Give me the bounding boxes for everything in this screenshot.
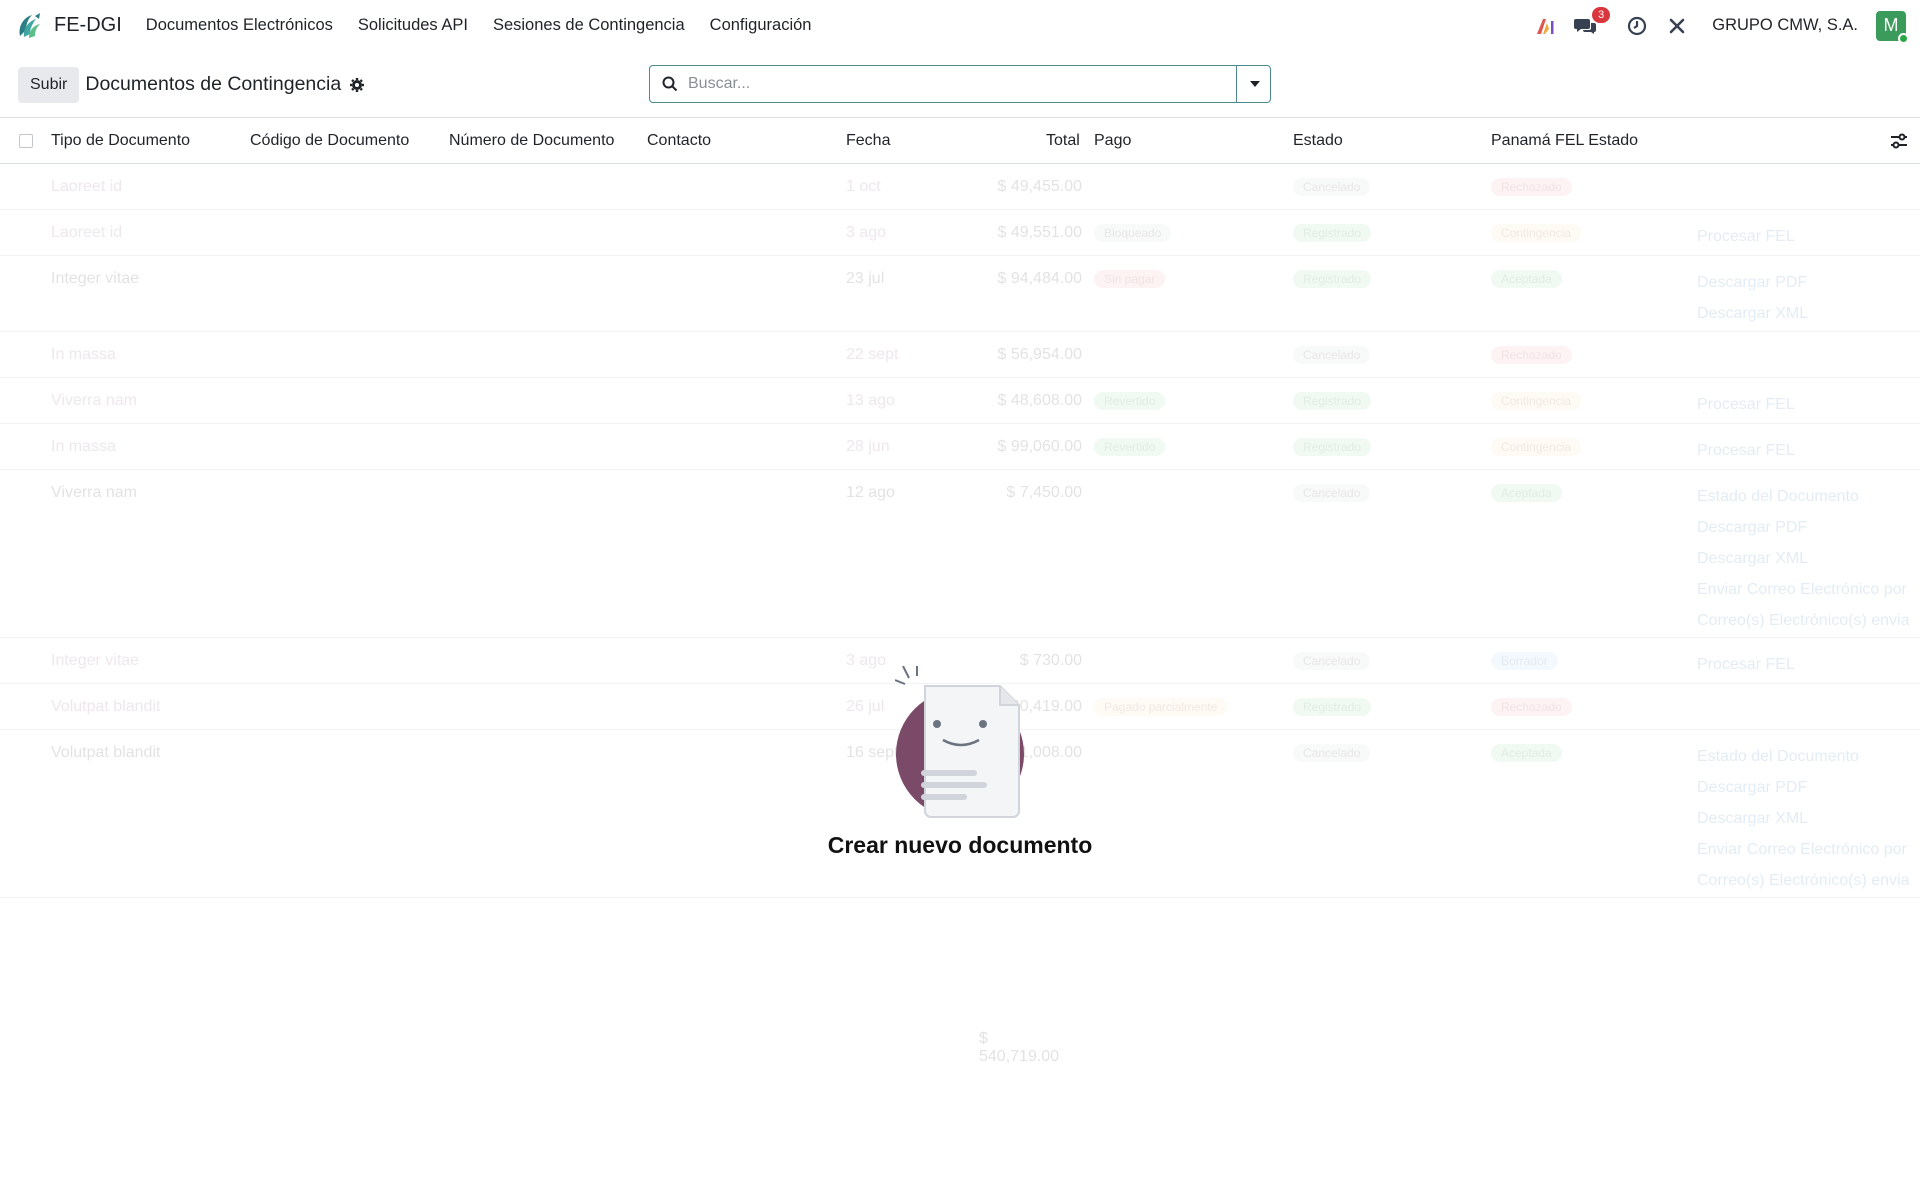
- avatar-letter: M: [1883, 15, 1899, 35]
- upload-button[interactable]: Subir: [18, 66, 80, 103]
- menu-item-documentos[interactable]: Documentos Electrónicos: [146, 16, 333, 35]
- user-avatar[interactable]: M: [1876, 10, 1909, 44]
- no-content-helper: Crear nuevo documento: [0, 118, 1920, 1200]
- chat-icon[interactable]: 3: [1574, 6, 1611, 37]
- page-title: Documentos de Contingencia: [85, 73, 342, 95]
- breadcrumb: Documentos de Contingencia: [85, 73, 365, 96]
- menu-item-configuracion[interactable]: Configuración: [710, 16, 812, 35]
- list-view: Tipo de Documento Código de Documento Nú…: [0, 118, 1920, 1200]
- main-menu: Documentos Electrónicos Solicitudes API …: [146, 16, 812, 35]
- clock-icon[interactable]: [1626, 15, 1648, 37]
- online-status-dot: [1898, 32, 1909, 44]
- caret-down-icon: [1249, 81, 1260, 87]
- logo-icon: [19, 12, 40, 38]
- search-icon: [662, 76, 678, 92]
- search-input[interactable]: [688, 75, 1236, 93]
- empty-document-illustration: [894, 664, 1025, 831]
- systray: 3 GRUPO CMW, S.A. M: [1534, 6, 1909, 44]
- menu-item-sesiones[interactable]: Sesiones de Contingencia: [493, 16, 685, 35]
- search-bar: [649, 65, 1271, 103]
- menu-item-solicitudes[interactable]: Solicitudes API: [358, 16, 468, 35]
- search-options-toggle[interactable]: [1236, 66, 1270, 102]
- chat-badge: 3: [1592, 6, 1611, 23]
- gear-icon[interactable]: [349, 77, 365, 93]
- app-name: FE-DGI: [54, 14, 122, 36]
- top-navbar: FE-DGI Documentos Electrónicos Solicitud…: [0, 0, 1920, 52]
- tools-icon[interactable]: [1666, 15, 1688, 37]
- ai-icon[interactable]: [1534, 15, 1556, 37]
- app-logo[interactable]: FE-DGI: [14, 10, 122, 42]
- control-panel: Subir Documentos de Contingencia: [0, 52, 1920, 118]
- company-switcher[interactable]: GRUPO CMW, S.A.: [1712, 16, 1858, 35]
- empty-state-title: Crear nuevo documento: [827, 832, 1093, 858]
